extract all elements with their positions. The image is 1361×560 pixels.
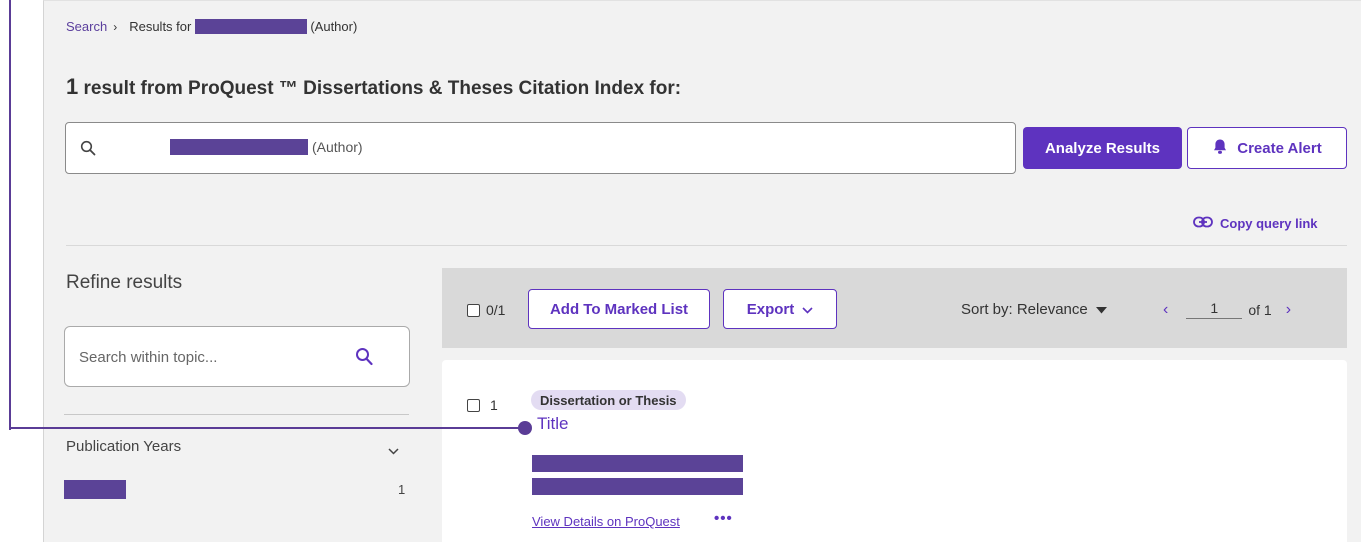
add-to-marked-list-button[interactable]: Add To Marked List (528, 289, 710, 329)
breadcrumb-results-suffix: (Author) (310, 19, 358, 34)
sort-label: Sort by: Relevance (961, 301, 1088, 318)
previous-page-icon[interactable]: ‹ (1163, 301, 1168, 319)
create-alert-label: Create Alert (1237, 139, 1322, 157)
redacted-year-value[interactable] (64, 480, 126, 499)
search-icon (80, 140, 96, 161)
link-icon (1193, 216, 1213, 231)
view-details-link[interactable]: View Details on ProQuest (532, 514, 680, 529)
chevron-down-icon[interactable] (388, 442, 399, 460)
select-all[interactable]: 0/1 (467, 302, 505, 318)
refine-results-heading: Refine results (66, 272, 183, 293)
breadcrumb-separator: › (113, 19, 118, 34)
pagination: ‹ 1 of 1 › (1163, 300, 1291, 319)
redacted-author-name (170, 139, 308, 155)
topic-search-placeholder: Search within topic... (79, 349, 218, 366)
chevron-down-icon (802, 301, 813, 318)
copy-query-link[interactable]: Copy query link (1193, 216, 1318, 231)
facet-count: 1 (398, 482, 406, 497)
redacted-source-line (532, 478, 743, 495)
search-icon[interactable] (355, 347, 373, 371)
caret-down-icon (1095, 301, 1107, 318)
selected-count: 0/1 (486, 302, 506, 318)
redacted-author-line (532, 455, 743, 472)
redacted-author-name (195, 19, 308, 34)
breadcrumb-results-prefix: Results for (129, 19, 192, 34)
page-title-text: result from ProQuest ™ Dissertations & T… (83, 78, 682, 99)
result-checkbox[interactable] (467, 398, 480, 412)
document-type-badge: Dissertation or Thesis (531, 390, 686, 410)
query-search-field[interactable]: (Author) (65, 122, 1016, 174)
result-select[interactable]: 1 (467, 397, 498, 413)
query-suffix: (Author) (312, 139, 363, 155)
refine-divider (64, 414, 409, 415)
query-text: (Author) (170, 139, 363, 155)
section-divider (66, 245, 1347, 246)
bell-icon (1212, 138, 1228, 159)
annotation-marker-dot (518, 421, 532, 435)
facet-publication-years[interactable]: Publication Years (66, 438, 181, 455)
annotation-line-vertical (9, 0, 11, 430)
breadcrumb-search-link[interactable]: Search (66, 19, 107, 34)
breadcrumb: Search › Results for (Author) (66, 19, 357, 34)
sort-dropdown[interactable]: Sort by: Relevance (961, 301, 1107, 318)
page-number-input[interactable]: 1 (1186, 300, 1243, 319)
result-count: 1 (66, 74, 79, 99)
more-options-icon[interactable]: ••• (714, 510, 733, 527)
page-total: of 1 (1248, 301, 1272, 318)
select-all-checkbox[interactable] (467, 303, 480, 317)
create-alert-button[interactable]: Create Alert (1187, 127, 1347, 169)
analyze-results-button[interactable]: Analyze Results (1023, 127, 1182, 169)
copy-query-link-label: Copy query link (1220, 216, 1318, 231)
export-label: Export (746, 300, 795, 318)
page-title: 1 result from ProQuest ™ Dissertations &… (66, 74, 681, 100)
result-index: 1 (490, 397, 498, 413)
export-button[interactable]: Export (723, 289, 837, 329)
topic-search-input[interactable]: Search within topic... (64, 326, 410, 387)
next-page-icon[interactable]: › (1286, 301, 1291, 319)
annotation-line-horizontal (9, 427, 525, 429)
result-title-link[interactable]: Title (537, 414, 569, 434)
